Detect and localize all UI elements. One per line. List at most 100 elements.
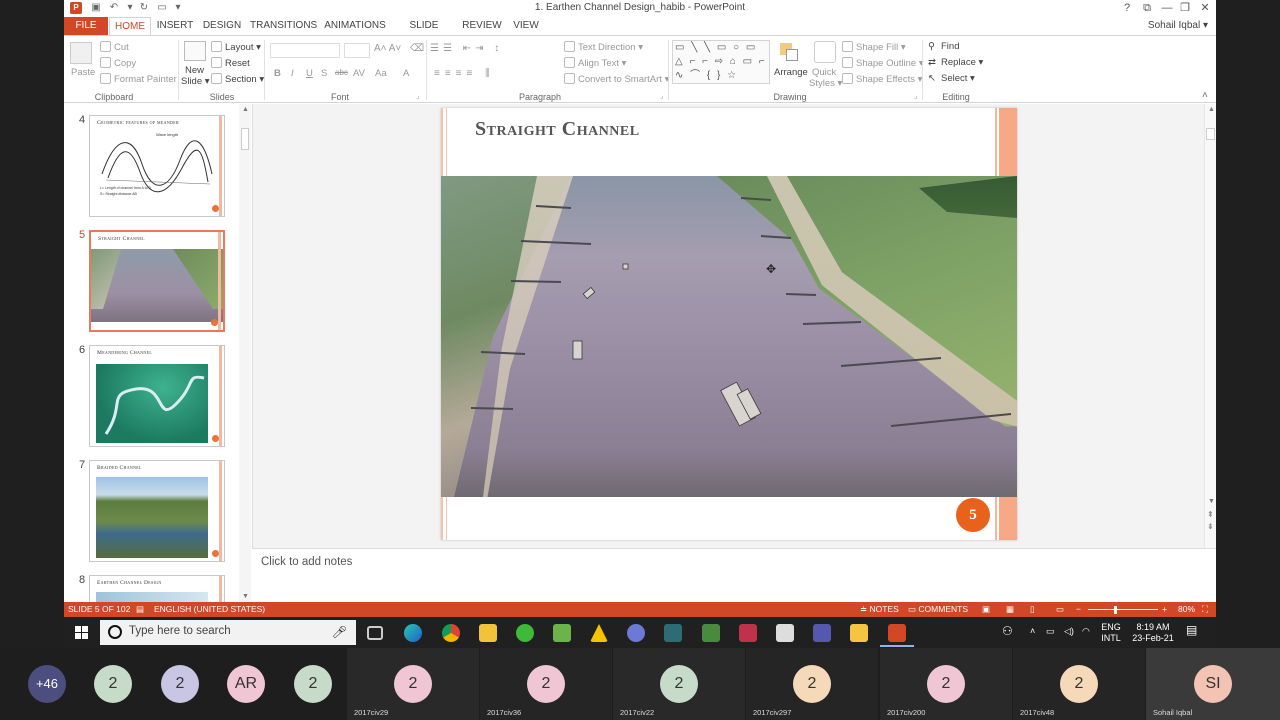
- app-icon[interactable]: [739, 624, 757, 642]
- participant-avatar[interactable]: 2: [294, 665, 332, 703]
- task-view-icon[interactable]: [367, 626, 383, 640]
- tab-slide-show[interactable]: SLIDE SHOW: [394, 17, 454, 49]
- scrollbar-thumb[interactable]: [241, 128, 249, 150]
- scroll-down-icon[interactable]: ▼: [242, 593, 249, 600]
- bold-button[interactable]: B: [274, 68, 281, 79]
- font-size-select[interactable]: [344, 43, 370, 58]
- zoom-in-icon[interactable]: +: [1162, 604, 1167, 614]
- ribbon-display-options-button[interactable]: ⧉: [1138, 1, 1156, 15]
- participant-tile[interactable]: 2 2017civ29: [347, 648, 479, 720]
- scroll-down-icon[interactable]: ▼: [1208, 498, 1215, 505]
- restore-button[interactable]: ❐: [1176, 1, 1194, 15]
- tab-review[interactable]: REVIEW: [460, 17, 504, 35]
- select-button[interactable]: ↖ Select ▾: [928, 73, 975, 84]
- network-icon[interactable]: ▭: [1046, 626, 1055, 637]
- slide-sorter-view-icon[interactable]: ▦: [1006, 604, 1014, 615]
- tab-insert[interactable]: INSERT: [155, 17, 195, 35]
- participant-tile[interactable]: 2 2017civ48: [1013, 648, 1145, 720]
- thumbnail-scrollbar[interactable]: ▲ ▼: [239, 104, 251, 602]
- volume-icon[interactable]: ◁): [1064, 626, 1074, 637]
- app-icon[interactable]: [553, 624, 571, 642]
- font-dialog-launcher-icon[interactable]: ⌟: [416, 92, 419, 100]
- scroll-up-icon[interactable]: ▲: [242, 106, 249, 113]
- thumbnail-slide-7[interactable]: Braided Channel: [89, 460, 225, 562]
- scrollbar-thumb[interactable]: [1206, 128, 1215, 140]
- clear-formatting-icon[interactable]: ⌫: [410, 43, 424, 54]
- spelling-check-icon[interactable]: ▤: [136, 604, 144, 615]
- shadow-button[interactable]: S: [321, 68, 327, 79]
- quick-styles-button[interactable]: Quick: [812, 67, 836, 78]
- show-hidden-icons[interactable]: ˄: [1030, 626, 1035, 637]
- thumbnail-slide-8[interactable]: Earthen Channel Design: [89, 575, 225, 602]
- quick-styles-icon[interactable]: [814, 41, 836, 63]
- strikethrough-button[interactable]: abc: [335, 68, 348, 77]
- file-explorer-icon[interactable]: [850, 624, 868, 642]
- shape-outline-button[interactable]: Shape Outline ▾: [842, 57, 924, 69]
- tab-view[interactable]: VIEW: [510, 17, 542, 35]
- quick-styles-button-label[interactable]: Styles ▾: [809, 78, 842, 89]
- action-center-icon[interactable]: ▤: [1186, 624, 1197, 636]
- tab-file[interactable]: FILE: [64, 17, 108, 35]
- arrange-icon[interactable]: [778, 41, 800, 63]
- teams-icon[interactable]: [813, 624, 831, 642]
- edge-browser-icon[interactable]: [404, 624, 422, 642]
- thumbnail-slide-6[interactable]: Meandering Channel: [89, 345, 225, 447]
- next-slide-icon[interactable]: ⇟: [1207, 522, 1214, 531]
- collapse-ribbon-icon[interactable]: ˄: [1202, 90, 1208, 101]
- slide-vertical-scrollbar[interactable]: ▲ ▼ ⇞ ⇟: [1204, 104, 1216, 548]
- wechat-icon[interactable]: [516, 624, 534, 642]
- shapes-gallery[interactable]: ▭ ╲ ╲ ▭ ○ ▭ △ ⌐ ⌐ ⇨ ⌂ ▭ ⌐ ∿ ⌒ { } ☆: [672, 40, 770, 84]
- bullets-numbering-icons[interactable]: ☰☰ ⇤⇥ ↕: [430, 43, 503, 54]
- tab-transitions[interactable]: TRANSITIONS: [250, 17, 317, 35]
- participant-tile[interactable]: 2 2017civ297: [746, 648, 878, 720]
- more-participants-avatar[interactable]: +46: [28, 665, 66, 703]
- app-icon[interactable]: [479, 624, 497, 642]
- new-slide-button-label[interactable]: Slide ▾: [181, 76, 210, 87]
- app-icon[interactable]: [590, 624, 608, 642]
- underline-button[interactable]: U: [306, 68, 313, 79]
- tab-design[interactable]: DESIGN: [200, 17, 244, 35]
- thumbnail-slide-5[interactable]: Straight Channel: [89, 230, 225, 332]
- microphone-icon[interactable]: 🎤︎: [332, 625, 347, 639]
- slideshow-view-icon[interactable]: ▭: [1056, 604, 1064, 615]
- app-icon[interactable]: [702, 624, 720, 642]
- tab-animations[interactable]: ANIMATIONS: [322, 17, 388, 35]
- app-icon[interactable]: [627, 624, 645, 642]
- paste-button[interactable]: Paste: [71, 67, 95, 78]
- normal-view-icon[interactable]: ▣: [982, 604, 990, 615]
- straight-channel-photo[interactable]: ✥: [441, 176, 1017, 497]
- shape-effects-button[interactable]: Shape Effects ▾: [842, 73, 922, 85]
- italic-button[interactable]: I: [291, 68, 294, 79]
- notes-placeholder[interactable]: Click to add notes: [261, 556, 352, 568]
- participant-tile-self[interactable]: SI Sohail Iqbal: [1146, 648, 1280, 720]
- font-name-select[interactable]: [270, 43, 340, 58]
- participant-tile[interactable]: 2 2017civ200: [880, 648, 1012, 720]
- participant-avatar[interactable]: 2: [94, 665, 132, 703]
- comments-toggle[interactable]: ▭ COMMENTS: [908, 604, 968, 615]
- zoom-out-icon[interactable]: −: [1076, 604, 1081, 614]
- alignment-icons[interactable]: ≡≡≡≡ ⫼: [434, 68, 495, 79]
- thumbnail-slide-4[interactable]: Geometric features of meander Wave lengt…: [89, 115, 225, 217]
- paragraph-dialog-launcher-icon[interactable]: ⌟: [660, 92, 663, 100]
- tab-home[interactable]: HOME: [109, 17, 151, 35]
- language-indicator[interactable]: ENGLISH (UNITED STATES): [154, 604, 265, 614]
- participant-tile[interactable]: 2 2017civ22: [613, 648, 745, 720]
- current-slide[interactable]: Straight Channel ✥ 5: [441, 108, 1017, 540]
- wifi-icon[interactable]: ◠: [1082, 626, 1090, 637]
- help-button[interactable]: ?: [1118, 1, 1136, 15]
- zoom-level[interactable]: 80%: [1178, 604, 1195, 614]
- windows-start-icon[interactable]: [75, 626, 88, 639]
- layout-button[interactable]: Layout ▾: [211, 41, 261, 53]
- change-case-button[interactable]: Aa: [375, 68, 387, 79]
- minimize-button[interactable]: —: [1158, 1, 1176, 15]
- taskbar-search-box[interactable]: Type here to search 🎤︎: [100, 620, 356, 645]
- powerpoint-taskbar-icon[interactable]: [888, 624, 906, 642]
- format-painter-button[interactable]: Format Painter: [100, 73, 177, 85]
- calculator-icon[interactable]: [776, 624, 794, 642]
- zoom-slider[interactable]: [1088, 609, 1158, 610]
- slide-title[interactable]: Straight Channel: [475, 118, 640, 141]
- new-slide-icon[interactable]: [184, 41, 206, 61]
- chrome-browser-icon[interactable]: [442, 624, 460, 642]
- drawing-dialog-launcher-icon[interactable]: ⌟: [914, 92, 917, 100]
- shape-fill-button[interactable]: Shape Fill ▾: [842, 41, 906, 53]
